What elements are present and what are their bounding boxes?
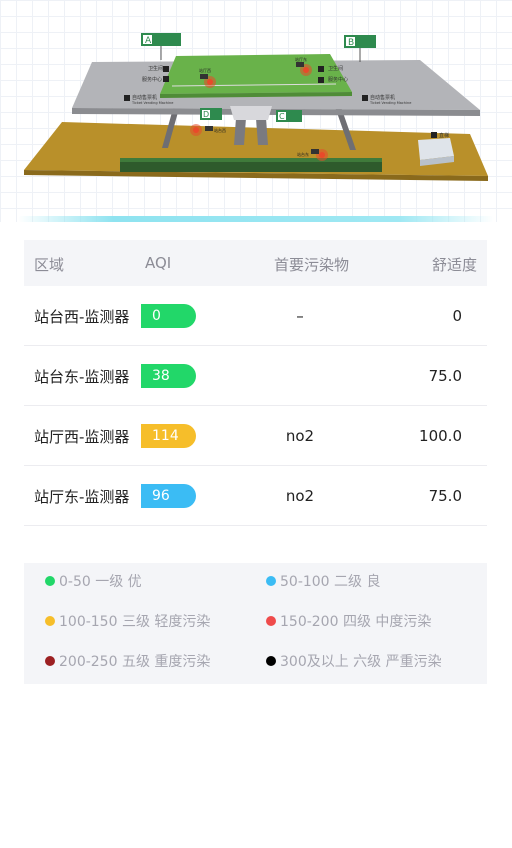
aqi-legend: 0-50 一级 优 50-100 二级 良 100-150 三级 轻度污染 15… bbox=[24, 563, 487, 684]
row-name: 站厅西-监测器 bbox=[34, 428, 130, 446]
aqi-badge: 114 bbox=[141, 424, 196, 448]
table-header: 区域 AQI 首要污染物 舒适度 bbox=[24, 240, 487, 286]
row-name: 站台东-监测器 bbox=[34, 368, 130, 386]
legend-item: 200-250 五级 重度污染 bbox=[45, 652, 210, 672]
aqi-badge: 38 bbox=[141, 364, 196, 388]
legend-dot-icon bbox=[266, 656, 276, 666]
svg-text:A: A bbox=[145, 36, 152, 46]
map-glow-divider bbox=[18, 216, 494, 222]
row-comfort: 75.0 bbox=[428, 487, 462, 505]
row-pollutant: – bbox=[296, 307, 304, 325]
svg-text:Ticket Vending Machine: Ticket Vending Machine bbox=[131, 101, 173, 105]
svg-text:卫生间: 卫生间 bbox=[328, 65, 343, 72]
table-row[interactable]: 站台西-监测器 0 – 0 bbox=[24, 286, 487, 346]
exit-sign-c: C bbox=[276, 110, 302, 122]
legend-dot-icon bbox=[45, 656, 55, 666]
svg-text:D: D bbox=[203, 110, 209, 119]
row-comfort: 0 bbox=[452, 307, 462, 325]
station-map[interactable]: A B D C 卫生间 服务中心 卫生间 服务中心 自动售票机 Ticket V… bbox=[0, 0, 512, 222]
sign-elevator: 直梯 bbox=[439, 132, 449, 139]
legend-dot-icon bbox=[45, 576, 55, 586]
header-aqi: AQI bbox=[145, 254, 172, 272]
row-comfort: 100.0 bbox=[419, 427, 462, 445]
svg-text:服务中心: 服务中心 bbox=[328, 76, 348, 83]
svg-text:站厅西: 站厅西 bbox=[199, 67, 211, 73]
svg-text:站厅东: 站厅东 bbox=[295, 56, 307, 62]
aqi-table: 区域 AQI 首要污染物 舒适度 站台西-监测器 0 – 0 站台东-监测器 3… bbox=[24, 240, 487, 526]
row-name: 站台西-监测器 bbox=[34, 308, 130, 326]
legend-dot-icon bbox=[45, 616, 55, 626]
row-pollutant: no2 bbox=[285, 487, 315, 505]
table-row[interactable]: 站厅西-监测器 114 no2 100.0 bbox=[24, 406, 487, 466]
exit-sign-a: A bbox=[141, 33, 181, 60]
exit-sign-d: D bbox=[200, 108, 222, 120]
row-comfort: 75.0 bbox=[428, 367, 462, 385]
row-name: 站厅东-监测器 bbox=[34, 488, 130, 506]
legend-item: 150-200 四级 中度污染 bbox=[266, 612, 431, 632]
aqi-badge: 96 bbox=[141, 484, 196, 508]
legend-dot-icon bbox=[266, 576, 276, 586]
header-pollutant: 首要污染物 bbox=[274, 256, 350, 274]
sign-toilet: 卫生间 bbox=[148, 65, 163, 72]
svg-text:站台西: 站台西 bbox=[214, 127, 226, 133]
sign-service: 服务中心 bbox=[142, 76, 162, 83]
svg-text:C: C bbox=[279, 112, 285, 121]
legend-item: 100-150 三级 轻度污染 bbox=[45, 612, 210, 632]
legend-item: 300及以上 六级 严重污染 bbox=[266, 652, 442, 672]
svg-text:站台东: 站台东 bbox=[297, 151, 309, 157]
header-area: 区域 bbox=[34, 256, 65, 274]
svg-text:Ticket Vending Machine: Ticket Vending Machine bbox=[369, 101, 411, 105]
sign-ticket-west: 自动售票机 bbox=[132, 94, 157, 101]
stair bbox=[230, 106, 272, 120]
legend-item: 0-50 一级 优 bbox=[45, 572, 142, 592]
table-row[interactable]: 站台东-监测器 38 75.0 bbox=[24, 346, 487, 406]
header-comfort: 舒适度 bbox=[431, 256, 477, 274]
legend-dot-icon bbox=[266, 616, 276, 626]
row-pollutant: no2 bbox=[285, 427, 315, 445]
sign-ticket-east: 自动售票机 bbox=[370, 94, 395, 101]
exit-sign-b: B bbox=[344, 35, 376, 62]
paid-zone bbox=[160, 54, 352, 94]
legend-item: 50-100 二级 良 bbox=[266, 572, 381, 592]
table-row[interactable]: 站厅东-监测器 96 no2 75.0 bbox=[24, 466, 487, 526]
aqi-badge: 0 bbox=[141, 304, 196, 328]
svg-text:B: B bbox=[348, 38, 354, 48]
station-map-illustration: A B D C 卫生间 服务中心 卫生间 服务中心 自动售票机 Ticket V… bbox=[24, 33, 488, 181]
